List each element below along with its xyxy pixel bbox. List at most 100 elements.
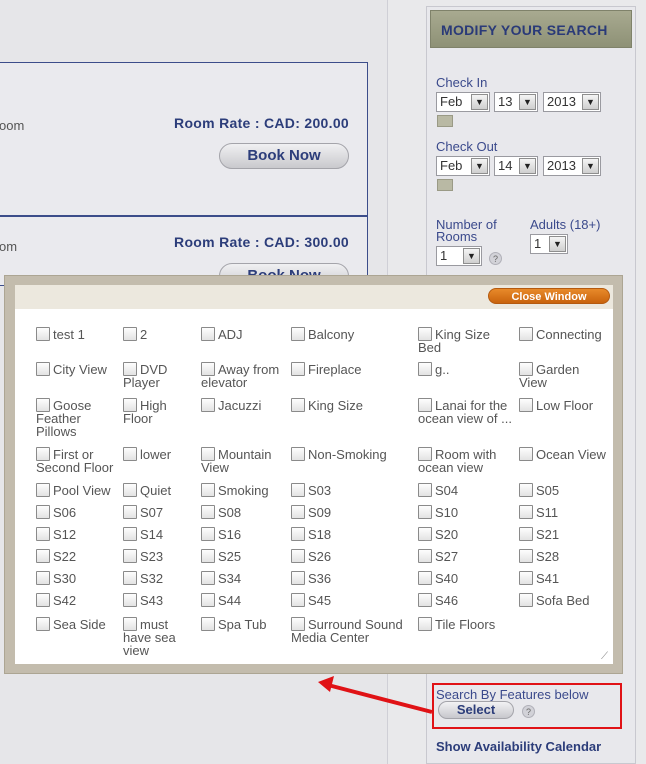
feature-checkbox-item[interactable]: First or Second Floor	[36, 447, 118, 474]
availability-calendar-link[interactable]: Show Availability Calendar	[436, 739, 601, 754]
feature-checkbox-item[interactable]: S28	[519, 549, 607, 563]
feature-checkbox-item[interactable]: S40	[418, 571, 514, 585]
feature-checkbox[interactable]	[291, 483, 305, 497]
feature-checkbox[interactable]	[291, 362, 305, 376]
feature-checkbox[interactable]	[291, 447, 305, 461]
resize-grip-icon[interactable]: ⟋	[601, 652, 611, 662]
feature-checkbox[interactable]	[291, 327, 305, 341]
feature-checkbox[interactable]	[291, 593, 305, 607]
feature-checkbox[interactable]	[519, 593, 533, 607]
rooms-select[interactable]: 1 ▼	[436, 246, 482, 266]
feature-checkbox-item[interactable]: DVD Player	[123, 362, 197, 389]
feature-checkbox-item[interactable]: Spa Tub	[201, 617, 287, 631]
feature-checkbox[interactable]	[36, 505, 50, 519]
check-out-day-select[interactable]: 14 ▼	[494, 156, 538, 176]
feature-checkbox-item[interactable]: Low Floor	[519, 398, 607, 412]
feature-checkbox-item[interactable]: S07	[123, 505, 197, 519]
feature-checkbox[interactable]	[201, 527, 215, 541]
feature-checkbox[interactable]	[123, 447, 137, 461]
feature-checkbox[interactable]	[201, 483, 215, 497]
feature-checkbox-item[interactable]: Lanai for the ocean view of ...	[418, 398, 514, 425]
feature-checkbox-item[interactable]: S22	[36, 549, 118, 563]
feature-checkbox[interactable]	[418, 398, 432, 412]
feature-checkbox-item[interactable]: test 1	[36, 327, 118, 341]
feature-checkbox[interactable]	[291, 571, 305, 585]
feature-checkbox-item[interactable]: S03	[291, 483, 415, 497]
feature-checkbox-item[interactable]: S43	[123, 593, 197, 607]
feature-checkbox[interactable]	[123, 362, 137, 376]
feature-checkbox-item[interactable]: lower	[123, 447, 197, 461]
feature-checkbox-item[interactable]: S26	[291, 549, 415, 563]
feature-checkbox-item[interactable]: S36	[291, 571, 415, 585]
feature-checkbox-item[interactable]: King Size	[291, 398, 415, 412]
feature-checkbox[interactable]	[418, 447, 432, 461]
feature-checkbox[interactable]	[418, 505, 432, 519]
feature-checkbox-item[interactable]: High Floor	[123, 398, 197, 425]
feature-checkbox-item[interactable]: S10	[418, 505, 514, 519]
feature-checkbox[interactable]	[201, 362, 215, 376]
feature-checkbox-item[interactable]: S21	[519, 527, 607, 541]
feature-checkbox-item[interactable]: Fireplace	[291, 362, 415, 376]
feature-checkbox-item[interactable]: S16	[201, 527, 287, 541]
feature-checkbox-item[interactable]: Room with ocean view	[418, 447, 514, 474]
feature-checkbox-item[interactable]: Non-Smoking	[291, 447, 415, 461]
feature-checkbox[interactable]	[36, 483, 50, 497]
feature-checkbox[interactable]	[36, 398, 50, 412]
feature-checkbox-item[interactable]: S42	[36, 593, 118, 607]
feature-checkbox-item[interactable]: S30	[36, 571, 118, 585]
feature-checkbox[interactable]	[291, 527, 305, 541]
feature-checkbox-item[interactable]: Garden View	[519, 362, 607, 389]
check-out-month-select[interactable]: Feb ▼	[436, 156, 490, 176]
close-window-button[interactable]: Close Window	[488, 288, 610, 304]
feature-checkbox-item[interactable]: Quiet	[123, 483, 197, 497]
feature-checkbox-item[interactable]: S06	[36, 505, 118, 519]
feature-checkbox[interactable]	[123, 483, 137, 497]
feature-checkbox-item[interactable]: Sofa Bed	[519, 593, 607, 607]
feature-checkbox[interactable]	[519, 483, 533, 497]
feature-checkbox-item[interactable]: S25	[201, 549, 287, 563]
check-in-day-select[interactable]: 13 ▼	[494, 92, 538, 112]
feature-checkbox[interactable]	[201, 398, 215, 412]
feature-checkbox[interactable]	[36, 362, 50, 376]
feature-checkbox-item[interactable]: Tile Floors	[418, 617, 514, 631]
feature-checkbox[interactable]	[291, 617, 305, 631]
book-now-button[interactable]: Book Now	[219, 143, 349, 169]
feature-checkbox-item[interactable]: Balcony	[291, 327, 415, 341]
feature-checkbox[interactable]	[291, 505, 305, 519]
feature-checkbox-item[interactable]: Surround Sound Media Center	[291, 617, 415, 644]
select-features-button[interactable]: Select	[438, 701, 514, 719]
feature-checkbox[interactable]	[418, 549, 432, 563]
feature-checkbox[interactable]	[123, 398, 137, 412]
feature-checkbox-item[interactable]: g..	[418, 362, 514, 376]
feature-checkbox[interactable]	[418, 362, 432, 376]
feature-checkbox[interactable]	[123, 617, 137, 631]
feature-checkbox[interactable]	[123, 549, 137, 563]
feature-checkbox[interactable]	[519, 327, 533, 341]
feature-checkbox-item[interactable]: S46	[418, 593, 514, 607]
feature-checkbox[interactable]	[36, 593, 50, 607]
feature-checkbox[interactable]	[519, 505, 533, 519]
feature-checkbox-item[interactable]: S04	[418, 483, 514, 497]
feature-checkbox[interactable]	[418, 593, 432, 607]
feature-checkbox[interactable]	[36, 617, 50, 631]
feature-checkbox[interactable]	[418, 617, 432, 631]
feature-checkbox-item[interactable]: Smoking	[201, 483, 287, 497]
feature-checkbox-item[interactable]: King Size Bed	[418, 327, 514, 354]
check-in-year-select[interactable]: 2013 ▼	[543, 92, 601, 112]
feature-checkbox[interactable]	[201, 447, 215, 461]
feature-checkbox-item[interactable]: S18	[291, 527, 415, 541]
feature-checkbox[interactable]	[201, 593, 215, 607]
feature-checkbox-item[interactable]: 2	[123, 327, 197, 341]
feature-checkbox[interactable]	[123, 527, 137, 541]
feature-checkbox-item[interactable]: S05	[519, 483, 607, 497]
feature-checkbox[interactable]	[201, 505, 215, 519]
help-icon[interactable]: ?	[522, 705, 535, 718]
feature-checkbox-item[interactable]: Mountain View	[201, 447, 287, 474]
feature-checkbox[interactable]	[519, 398, 533, 412]
feature-checkbox[interactable]	[418, 571, 432, 585]
feature-checkbox[interactable]	[123, 571, 137, 585]
feature-checkbox[interactable]	[519, 571, 533, 585]
feature-checkbox[interactable]	[519, 447, 533, 461]
check-in-month-select[interactable]: Feb ▼	[436, 92, 490, 112]
calendar-icon[interactable]	[437, 179, 453, 191]
